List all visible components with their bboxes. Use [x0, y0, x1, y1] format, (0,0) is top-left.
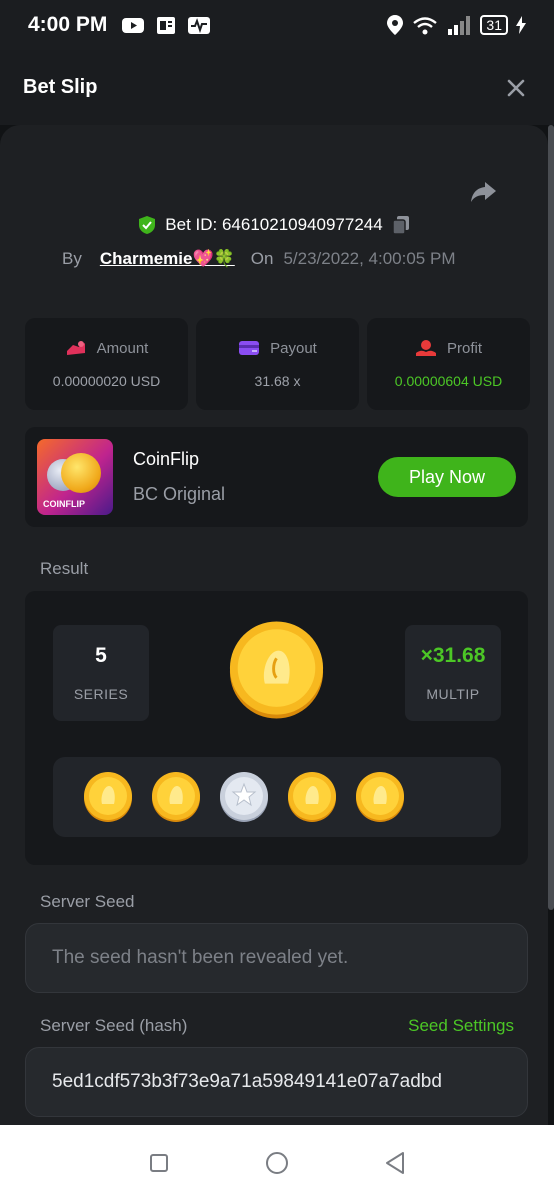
home-button[interactable] — [262, 1148, 292, 1178]
scrollbar[interactable] — [548, 125, 554, 910]
back-triangle-icon — [386, 1151, 404, 1174]
game-subtitle: BC Original — [133, 484, 226, 504]
payout-icon — [239, 341, 260, 355]
location-icon — [387, 15, 404, 35]
server-seed-hash-label: Server Seed (hash) — [40, 1016, 188, 1035]
payout-label: Payout — [270, 339, 317, 357]
bet-slip-header: Bet Slip — [0, 50, 554, 125]
square-icon — [150, 1153, 168, 1172]
silver-coin-icon — [220, 772, 268, 822]
payout-value: 31.68 x — [254, 373, 301, 389]
profit-stat: Profit 0.00000604 USD — [367, 318, 530, 410]
payout-stat: Payout 31.68 x — [196, 318, 359, 410]
publisher-icon — [157, 17, 176, 34]
game-info: CoinFlip BC Original — [133, 449, 225, 505]
bet-id-row: Bet ID: 64610210940977244 — [0, 215, 548, 235]
user-name-link[interactable]: Charmemie💖🍀 — [100, 249, 235, 269]
page-title: Bet Slip — [23, 76, 98, 98]
verified-shield-icon — [139, 216, 156, 234]
circle-icon — [266, 1151, 288, 1174]
gold-coin-icon — [229, 621, 324, 719]
server-seed-hash-field[interactable]: 5ed1cdf573b3f73e9a71a59849141e07a7adbd — [25, 1047, 528, 1117]
system-icons: 31 — [386, 14, 526, 36]
profit-value: 0.00000604 USD — [394, 373, 503, 389]
by-label: By — [62, 249, 82, 268]
amount-value: 0.00000020 USD — [52, 373, 161, 389]
result-label: Result — [40, 559, 89, 578]
play-now-button[interactable]: Play Now — [378, 457, 516, 497]
amount-label: Amount — [96, 339, 149, 357]
thumbnail-label: COINFLIP — [43, 499, 85, 509]
status-bar: 4:00 PM 31 — [0, 0, 554, 50]
status-time: 4:00 PM — [28, 13, 108, 36]
server-seed-label: Server Seed — [40, 892, 135, 911]
series-box: 5 SERIES — [53, 625, 149, 721]
amount-icon — [66, 341, 85, 355]
game-card: COINFLIP CoinFlip BC Original Play Now — [25, 427, 528, 527]
copy-icon[interactable] — [391, 215, 411, 235]
coinflip-thumbnail: COINFLIP — [37, 439, 113, 515]
multiplier-value: ×31.68 — [420, 644, 486, 667]
charging-icon — [516, 16, 526, 34]
wifi-icon — [413, 17, 438, 35]
share-icon[interactable] — [470, 177, 498, 205]
multiplier-box: ×31.68 MULTIP — [405, 625, 501, 721]
on-label: On — [250, 249, 274, 268]
multiplier-label: MULTIP — [426, 686, 480, 702]
bet-datetime: 5/23/2022, 4:00:05 PM — [283, 249, 456, 268]
server-seed-field[interactable]: The seed hasn't been revealed yet. — [25, 923, 528, 993]
bet-slip-panel: Bet ID: 64610210940977244 By Charmemie💖🍀… — [0, 125, 548, 1125]
profit-icon — [415, 340, 436, 356]
bet-id: Bet ID: 64610210940977244 — [165, 215, 383, 234]
close-button[interactable] — [501, 73, 531, 103]
signal-icon — [448, 16, 471, 35]
bet-stats: Amount 0.00000020 USD Payout 31.68 x Pro… — [25, 318, 530, 410]
youtube-icon — [122, 18, 145, 33]
series-label: SERIES — [73, 686, 129, 702]
bet-meta-row: By Charmemie💖🍀 On 5/23/2022, 4:00:05 PM — [62, 249, 456, 269]
gold-coin-icon — [84, 772, 132, 822]
profit-label: Profit — [446, 339, 482, 357]
gold-coin-icon — [152, 772, 200, 822]
series-value: 5 — [95, 644, 107, 667]
battery-indicator: 31 — [480, 15, 508, 35]
system-nav-bar — [0, 1125, 554, 1200]
close-icon — [507, 79, 525, 96]
activity-icon — [188, 17, 211, 34]
coin-results-row — [53, 757, 501, 837]
notification-icons — [121, 15, 211, 35]
game-name: CoinFlip — [133, 449, 200, 469]
gold-coin-icon — [356, 772, 404, 822]
gold-coin-icon — [288, 772, 336, 822]
back-button[interactable] — [380, 1148, 410, 1178]
result-box: 5 SERIES ×31.68 MULTIP — [25, 591, 528, 865]
recent-apps-button[interactable] — [144, 1148, 174, 1178]
amount-stat: Amount 0.00000020 USD — [25, 318, 188, 410]
seed-settings-link[interactable]: Seed Settings — [408, 1016, 514, 1036]
